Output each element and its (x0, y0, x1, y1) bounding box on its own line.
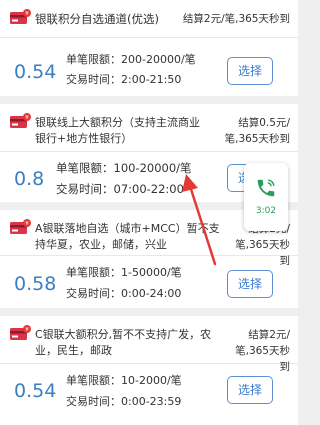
settlement-info: 结算2元/笔,365天秒到 (235, 329, 290, 373)
bank-card-icon: ¥ (10, 9, 31, 24)
svg-text:¥: ¥ (25, 11, 29, 17)
settlement-info: 结算0.5元/笔,365天秒到 (224, 117, 290, 145)
fee-rate: 0.8 (14, 168, 45, 190)
trade-hours: 交易时间：0:00-23:59 (66, 395, 182, 408)
fee-rate: 0.54 (14, 61, 57, 83)
settlement-info: 结算2元/笔,365天秒到 (182, 13, 290, 25)
channel-name: 银联线上大额积分（支持主流商业银行+地方性银行） (35, 116, 200, 145)
select-button[interactable]: 选择 (227, 270, 273, 298)
svg-text:¥: ¥ (25, 115, 29, 121)
single-limit: 单笔限额：100-20000/笔 (56, 161, 192, 175)
bank-card-icon: ¥ (10, 219, 31, 234)
svg-text:¥: ¥ (25, 221, 29, 227)
floating-call-bubble[interactable]: 3:02 (244, 163, 288, 231)
select-button[interactable]: 选择 (227, 57, 273, 85)
channel-name: 银联积分自选通道(优选) (35, 12, 159, 26)
svg-text:¥: ¥ (25, 327, 29, 333)
channel-card: ¥ 银联积分自选通道(优选) 结算2元/笔,365天秒到 0.54 单笔限额：2… (0, 0, 298, 96)
trade-hours: 交易时间：0:00-24:00 (66, 287, 182, 300)
channel-card-header: ¥ 银联积分自选通道(优选) 结算2元/笔,365天秒到 (0, 0, 298, 38)
channel-list: ¥ 银联积分自选通道(优选) 结算2元/笔,365天秒到 0.54 单笔限额：2… (0, 0, 298, 425)
fee-rate: 0.58 (14, 273, 57, 295)
fee-rate: 0.54 (14, 380, 57, 402)
select-button[interactable]: 选择 (227, 376, 273, 404)
single-limit: 单笔限额：200-20000/笔 (66, 53, 196, 66)
bank-card-icon: ¥ (10, 325, 31, 340)
single-limit: 单笔限额：1-50000/笔 (66, 266, 182, 279)
call-duration: 3:02 (255, 206, 277, 216)
channel-card-header: ¥ C银联大额积分,暂不不支持广发，农业，民生，邮政 结算2元/笔,365天秒到 (0, 316, 298, 373)
bank-card-icon: ¥ (10, 113, 31, 128)
single-limit: 单笔限额：10-2000/笔 (66, 374, 182, 387)
channel-name: A银联落地自选（城市+MCC）暂不支持华夏，农业，邮储，兴业 (35, 222, 220, 251)
channel-card: ¥ C银联大额积分,暂不不支持广发，农业，民生，邮政 结算2元/笔,365天秒到… (0, 316, 298, 425)
channel-name: C银联大额积分,暂不不支持广发，农业，民生，邮政 (35, 328, 212, 357)
channel-card-header: ¥ 银联线上大额积分（支持主流商业银行+地方性银行） 结算0.5元/笔,365天… (0, 104, 298, 152)
phone-icon (257, 179, 275, 197)
trade-hours: 交易时间：07:00-22:00 (56, 182, 184, 196)
trade-hours: 交易时间：2:00-21:50 (66, 73, 182, 86)
